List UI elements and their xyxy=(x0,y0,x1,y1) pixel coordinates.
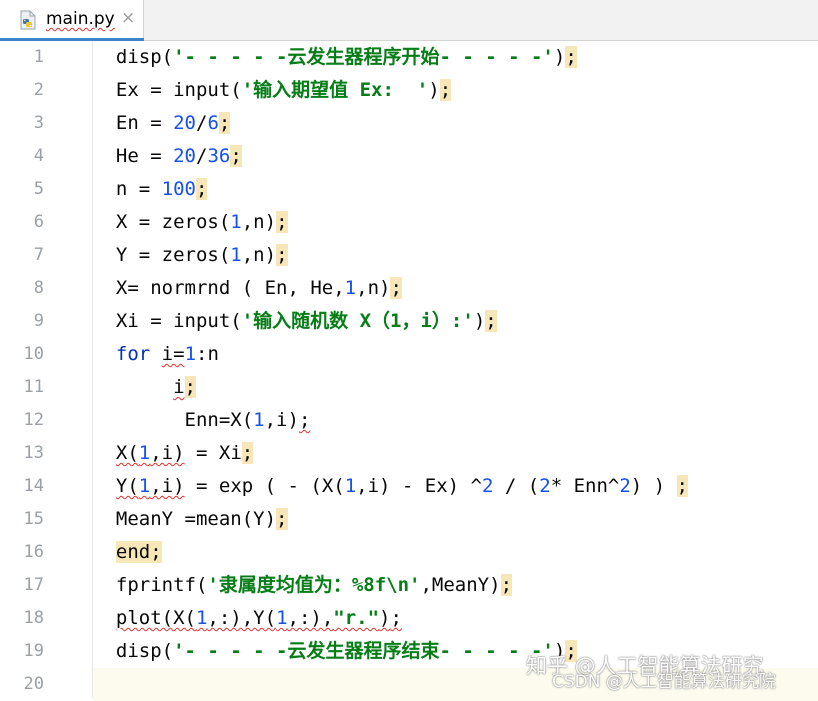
line-number: 10 xyxy=(23,344,44,364)
line-number: 18 xyxy=(23,608,44,628)
code-line[interactable]: end; xyxy=(93,536,818,569)
code-line[interactable]: Y = zeros(1,n); xyxy=(93,239,818,272)
line-number: 19 xyxy=(23,641,44,661)
line-number: 14 xyxy=(23,476,44,496)
code-line[interactable]: MeanY =mean(Y); xyxy=(93,503,818,536)
line-number-gutter: 1 2 3 4 5 6 7 8 9 10 11 12 13 14 15 16 1… xyxy=(0,41,93,698)
editor-tab-bar: main.py × xyxy=(0,0,818,41)
code-line[interactable]: Ex = input('输入期望值 Ex: '); xyxy=(93,74,818,107)
line-number: 1 xyxy=(33,47,44,67)
line-number: 17 xyxy=(23,575,44,595)
line-number: 11 xyxy=(23,377,44,397)
line-number: 5 xyxy=(33,179,44,199)
code-line[interactable]: plot(X(1,:),Y(1,:),"r."); xyxy=(93,602,818,635)
tab-main-py[interactable]: main.py × xyxy=(0,0,144,41)
line-number: 8 xyxy=(33,278,44,298)
code-line[interactable]: disp('- - - - -云发生器程序开始- - - - -'); xyxy=(93,41,818,74)
line-number: 16 xyxy=(23,542,44,562)
code-line[interactable]: He = 20/36; xyxy=(93,140,818,173)
line-number: 15 xyxy=(23,509,44,529)
close-icon[interactable]: × xyxy=(121,8,135,28)
code-line[interactable]: X(1,i) = Xi; xyxy=(93,437,818,470)
line-number: 13 xyxy=(23,443,44,463)
code-line[interactable]: for i=1:n xyxy=(93,338,818,371)
code-line[interactable]: Y(1,i) = exp ( - (X(1,i) - Ex) ^2 / (2* … xyxy=(93,470,818,503)
code-line[interactable]: En = 20/6; xyxy=(93,107,818,140)
line-number: 6 xyxy=(33,212,44,232)
code-line[interactable]: X = zeros(1,n); xyxy=(93,206,818,239)
code-editor[interactable]: disp('- - - - -云发生器程序开始- - - - -'); Ex =… xyxy=(93,41,818,701)
line-number: 4 xyxy=(33,146,44,166)
code-line[interactable]: Xi = input('输入随机数 X（1，i）:'); xyxy=(93,305,818,338)
line-number: 12 xyxy=(23,410,44,430)
line-number: 9 xyxy=(33,311,44,331)
watermark-csdn: CSDN @人工智能算法研究院 xyxy=(552,672,776,692)
line-number: 3 xyxy=(33,113,44,133)
code-line[interactable]: X= normrnd ( En, He,1,n); xyxy=(93,272,818,305)
line-number: 20 xyxy=(23,674,44,694)
tab-label: main.py xyxy=(46,9,115,29)
python-file-icon xyxy=(20,10,36,30)
code-line[interactable]: fprintf('隶属度均值为：%8f\n',MeanY); xyxy=(93,569,818,602)
code-line[interactable]: Enn=X(1,i); xyxy=(93,404,818,437)
code-line[interactable]: n = 100; xyxy=(93,173,818,206)
line-number: 2 xyxy=(33,80,44,100)
code-line[interactable]: i; xyxy=(93,371,818,404)
line-number: 7 xyxy=(33,245,44,265)
